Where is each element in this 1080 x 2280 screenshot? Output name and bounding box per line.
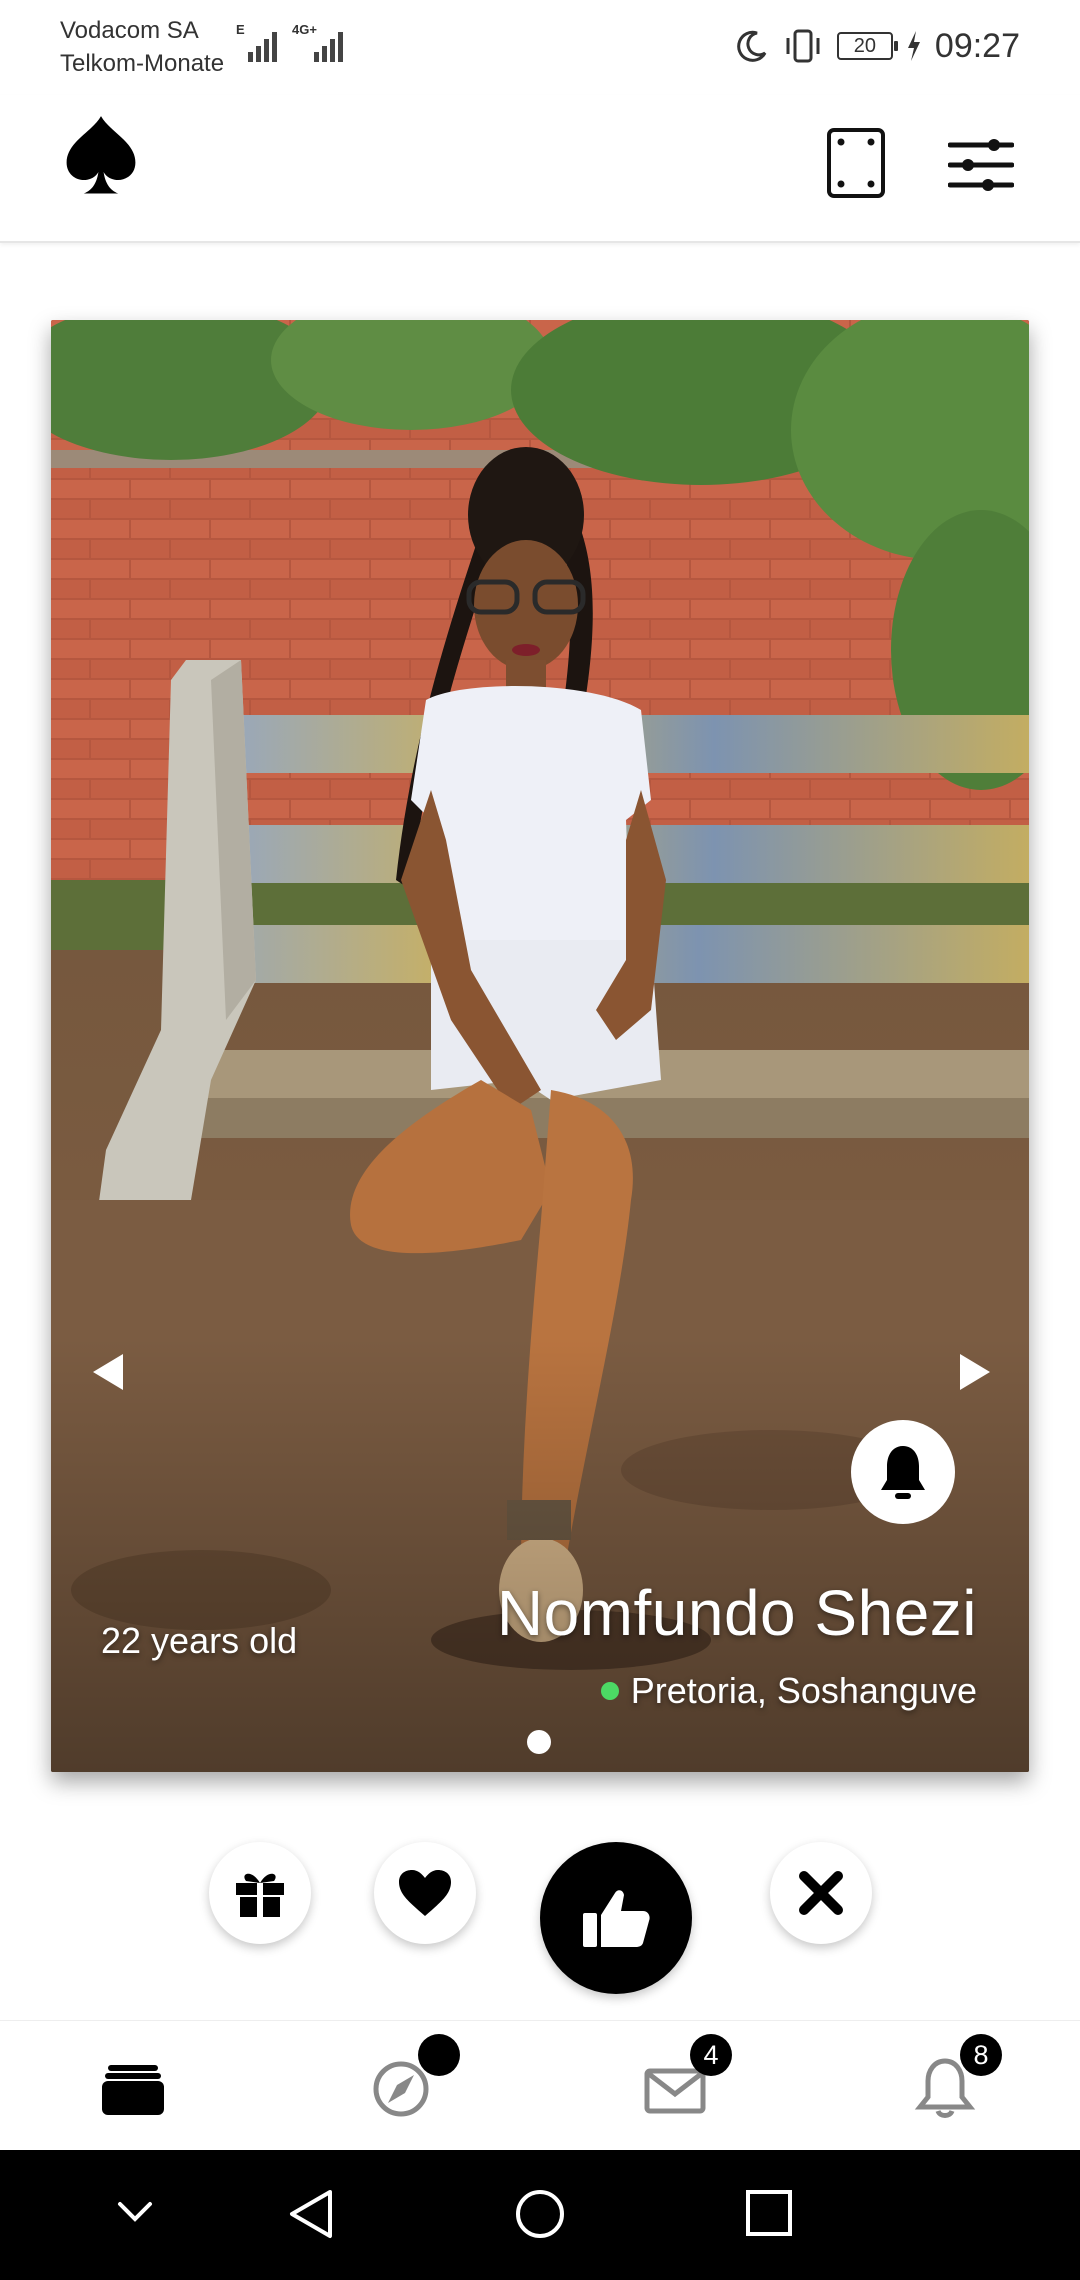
profile-name: Nomfundo Shezi bbox=[496, 1577, 977, 1649]
carrier-1: Vodacom SA bbox=[60, 17, 199, 44]
signal-icon bbox=[248, 32, 277, 62]
profile-age: 22 years old bbox=[101, 1620, 298, 1661]
profile-photo bbox=[51, 320, 1029, 1772]
recents-square-icon[interactable] bbox=[744, 2188, 794, 2238]
moon-icon bbox=[737, 30, 767, 62]
heart-icon bbox=[399, 1870, 451, 1916]
profile-card[interactable]: Nomfundo Shezi 22 years old Pretoria, So… bbox=[51, 320, 1029, 1772]
spade-logo-icon[interactable] bbox=[58, 111, 144, 197]
status-bar: Vodacom SA Telkom-Monate E 4G+ 20 09:27 bbox=[0, 0, 1080, 95]
thumbs-up-icon bbox=[583, 1890, 650, 1947]
explore-dot-badge bbox=[418, 2034, 460, 2076]
previous-photo-icon[interactable] bbox=[91, 1352, 125, 1392]
system-navigation-bar bbox=[0, 2150, 1080, 2280]
filter-sliders-icon[interactable] bbox=[948, 137, 1014, 193]
charging-icon bbox=[907, 31, 920, 61]
battery-indicator: 20 bbox=[836, 32, 898, 60]
gift-icon bbox=[236, 1873, 284, 1917]
clock: 09:27 bbox=[934, 26, 1020, 65]
location-text: Pretoria, Soshanguve bbox=[630, 1670, 977, 1711]
photo-page-indicator bbox=[527, 1730, 551, 1754]
online-status-dot bbox=[600, 1682, 619, 1700]
gift-button[interactable] bbox=[209, 1842, 311, 1944]
status-right: 20 09:27 bbox=[735, 24, 1020, 68]
home-circle-icon[interactable] bbox=[514, 2188, 566, 2240]
hide-keyboard-chevron-down-icon[interactable] bbox=[112, 2188, 158, 2234]
tab-cards-icon[interactable] bbox=[98, 2051, 168, 2121]
vibrate-icon bbox=[786, 29, 820, 63]
next-photo-icon[interactable] bbox=[958, 1352, 992, 1392]
messages-count-badge: 4 bbox=[690, 2034, 732, 2076]
app-header bbox=[0, 95, 1080, 243]
profile-location: Pretoria, Soshanguve bbox=[600, 1670, 977, 1712]
playing-card-icon[interactable] bbox=[826, 127, 886, 199]
carrier-2: Telkom-Monate bbox=[60, 50, 225, 77]
reject-button[interactable] bbox=[770, 1842, 872, 1944]
notify-bell-button[interactable] bbox=[851, 1420, 955, 1524]
carrier-info: Vodacom SA Telkom-Monate bbox=[60, 14, 224, 80]
battery-level: 20 bbox=[853, 34, 877, 57]
back-triangle-icon[interactable] bbox=[286, 2188, 338, 2240]
signal-icon bbox=[314, 32, 343, 62]
bell-icon bbox=[881, 1446, 925, 1499]
notifications-count-badge: 8 bbox=[960, 2034, 1002, 2076]
like-button[interactable] bbox=[540, 1842, 692, 1994]
close-icon bbox=[799, 1871, 843, 1915]
bottom-navigation bbox=[0, 2020, 1080, 2151]
favorite-button[interactable] bbox=[374, 1842, 476, 1944]
